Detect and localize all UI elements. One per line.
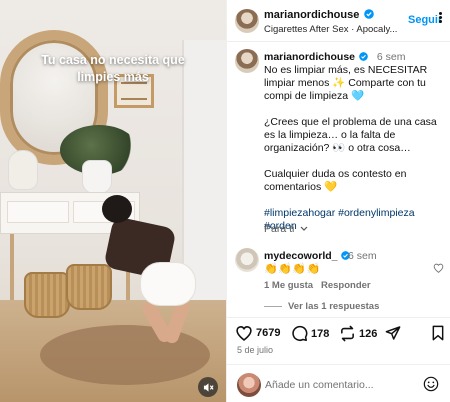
comment-icon <box>292 325 308 342</box>
comment-text: 👏👏👏👏 <box>264 263 321 275</box>
video-basket <box>24 272 70 318</box>
likes-count: 7679 <box>256 327 281 339</box>
comment-likes-count[interactable]: 1 Me gusta <box>264 280 313 291</box>
video-vase <box>82 160 112 194</box>
view-replies-text: Ver las 1 respuestas <box>288 301 380 312</box>
author-username-row[interactable]: marianordichouse <box>264 9 375 21</box>
caption-time: 6 sem <box>376 51 406 63</box>
commenter-avatar[interactable] <box>235 248 259 272</box>
more-options-icon[interactable] <box>435 9 447 25</box>
comment-action[interactable]: 178 <box>291 325 329 342</box>
video-person-skirt <box>140 262 196 306</box>
save-action[interactable] <box>431 325 445 341</box>
action-bar: 7679 178 126 <box>227 317 450 347</box>
view-replies-button[interactable]: Ver las 1 respuestas <box>264 301 379 312</box>
chevron-down-icon <box>300 226 308 231</box>
author-username[interactable]: marianordichouse <box>264 9 359 21</box>
instagram-reel-post: Tu casa no necesita que limpies más mari… <box>0 0 450 402</box>
speaker-muted-icon <box>203 382 214 392</box>
repost-icon <box>341 325 354 342</box>
post-caption: marianordichouse 6 sem No es limpiar más… <box>264 51 446 233</box>
audio-track[interactable]: Cigarettes After Sex · Apocaly... <box>264 24 400 35</box>
commenter-username[interactable]: mydecoworld_ <box>264 250 338 262</box>
comment-time: 6 sem <box>348 250 377 262</box>
video-rug <box>40 325 210 385</box>
caption-paragraph: ¿Crees que el problema de una casa es la… <box>264 116 437 154</box>
add-comment-input[interactable]: Añade un comentario... <box>265 379 374 391</box>
comments-count: 178 <box>311 327 330 340</box>
video-lamp <box>8 150 38 190</box>
video-person-head <box>102 195 132 223</box>
share-icon <box>385 326 401 340</box>
emoji-icon[interactable] <box>423 376 439 392</box>
like-action[interactable]: 7679 <box>235 325 280 341</box>
for-you-text: Para ti <box>264 223 295 235</box>
reply-button[interactable]: Responder <box>321 280 371 291</box>
post-details-panel: marianordichouse Cigarettes After Sex · … <box>226 0 450 402</box>
verified-badge-icon <box>364 9 375 19</box>
caption-author-avatar[interactable] <box>235 49 259 73</box>
reel-video[interactable]: Tu casa no necesita que limpies más <box>0 0 226 402</box>
reposts-count: 126 <box>359 327 378 340</box>
caption-paragraph: Cualquier duda os contesto en comentario… <box>264 168 407 193</box>
post-date[interactable]: 5 de julio <box>237 345 273 355</box>
caption-paragraph: No es limpiar más, es NECESITAR limpiar … <box>264 64 428 102</box>
caption-username[interactable]: marianordichouse <box>264 51 355 63</box>
add-comment-bar: Añade un comentario... <box>227 364 450 402</box>
repost-action[interactable]: 126 <box>339 325 377 342</box>
author-avatar[interactable] <box>235 9 259 33</box>
bookmark-icon <box>432 325 444 341</box>
video-basket <box>66 264 112 310</box>
for-you-label[interactable]: Para ti <box>264 223 308 235</box>
current-user-avatar <box>237 373 261 397</box>
video-caption-overlay: Tu casa no necesita que limpies más <box>41 53 185 84</box>
mute-button[interactable] <box>198 377 218 397</box>
heart-icon <box>236 326 252 341</box>
commenter-username-row[interactable]: mydecoworld_ <box>264 250 351 262</box>
comment-like-heart-icon[interactable] <box>433 263 444 273</box>
replies-divider-line <box>264 306 282 307</box>
post-header: marianordichouse Cigarettes After Sex · … <box>227 0 450 42</box>
verified-badge-icon <box>359 52 368 61</box>
comment-item: mydecoworld_ 6 sem 👏👏👏👏 1 Me gusta Respo… <box>227 246 450 316</box>
share-action[interactable] <box>385 325 401 341</box>
